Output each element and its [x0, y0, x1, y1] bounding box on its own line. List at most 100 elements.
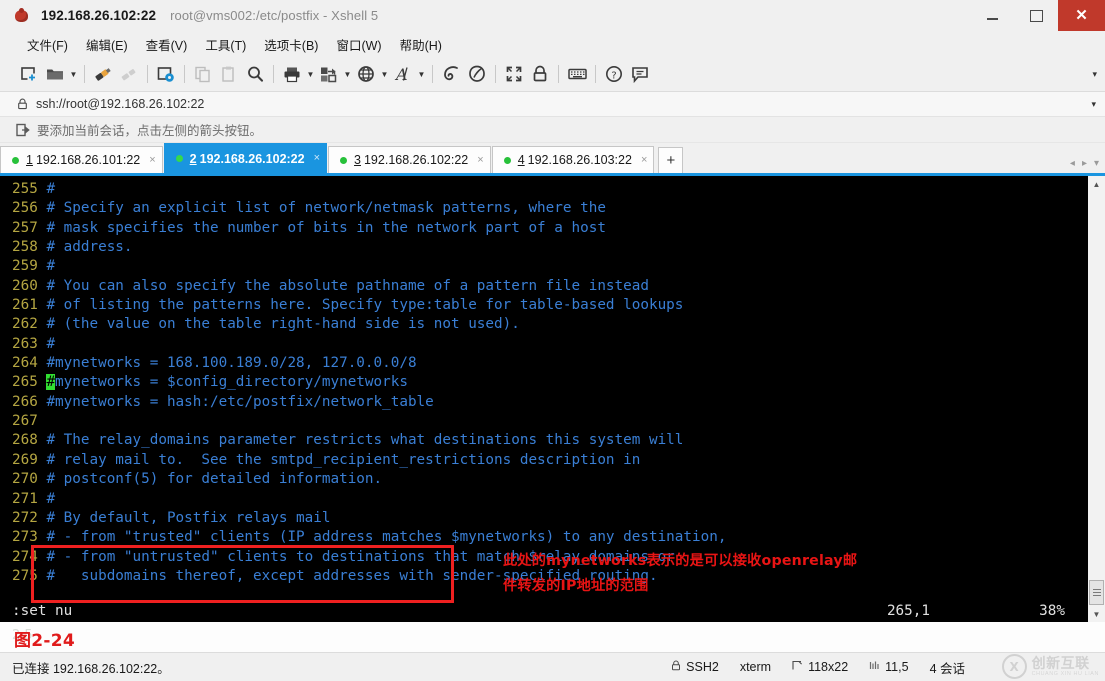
- highlight-icon[interactable]: [464, 61, 490, 87]
- new-tab-button[interactable]: +: [658, 147, 684, 173]
- scrollbar-thumb[interactable]: [1089, 580, 1104, 605]
- menu-bar: 文件(F) 编辑(E) 查看(V) 工具(T) 选项卡(B) 窗口(W) 帮助(…: [0, 31, 1105, 57]
- tab-session-2[interactable]: 2 192.168.26.102:22 ×: [163, 143, 328, 173]
- vim-scroll-percent: 38%: [1039, 603, 1065, 619]
- tab-index: 3: [354, 153, 361, 167]
- terminal-line: 261 # of listing the patterns here. Spec…: [12, 297, 684, 314]
- scrollbar-grip-icon: [1092, 589, 1101, 596]
- status-size: 118x22: [792, 660, 848, 674]
- tab-label: 2 192.168.26.102:22: [190, 152, 305, 166]
- toolbar-overflow-icon[interactable]: ▾: [1092, 69, 1097, 80]
- tab-list-menu-icon[interactable]: ▾: [1094, 158, 1099, 169]
- watermark-text: 创新互联 CHUANG XIN HU LIAN: [1032, 656, 1099, 677]
- menu-item-tabs[interactable]: 选项卡(B): [255, 32, 327, 57]
- copy-icon[interactable]: [190, 61, 216, 87]
- terminal-line: 273 # - from "trusted" clients (IP addre…: [12, 529, 727, 546]
- toolbar-separator: [432, 65, 433, 83]
- tab-close-icon[interactable]: ×: [641, 154, 647, 166]
- globe-dropdown-icon[interactable]: ▼: [379, 61, 390, 87]
- terminal-line: 265 #mynetworks = $config_directory/myne…: [12, 374, 408, 391]
- scroll-down-icon[interactable]: ▼: [1088, 606, 1105, 622]
- terminal-line: 255 #: [12, 181, 56, 197]
- minimize-button[interactable]: [970, 0, 1014, 31]
- menu-item-file[interactable]: 文件(F): [18, 32, 77, 57]
- figure-caption: 图2-24: [14, 631, 76, 651]
- close-button[interactable]: ✕: [1058, 0, 1105, 31]
- tab-index: 2: [189, 151, 197, 166]
- address-dropdown-icon[interactable]: ▾: [1091, 99, 1096, 110]
- font-icon[interactable]: A: [390, 61, 416, 87]
- watermark-en: CHUANG XIN HU LIAN: [1031, 670, 1099, 677]
- resize-icon: [792, 660, 803, 674]
- address-input[interactable]: ssh://root@192.168.26.102:22: [36, 97, 204, 111]
- status-sessions: 4 会话: [929, 661, 965, 676]
- globe-icon[interactable]: [353, 61, 379, 87]
- menu-item-window[interactable]: 窗口(W): [327, 32, 390, 57]
- address-bar[interactable]: ssh://root@192.168.26.102:22 ▾: [0, 92, 1105, 117]
- terminal-line: 258 # address.: [12, 239, 133, 256]
- terminal-scrollbar[interactable]: ▲ ▼: [1087, 176, 1105, 622]
- menu-item-view[interactable]: 查看(V): [137, 32, 197, 57]
- terminal-line: 272 # By default, Postfix relays mail: [12, 509, 331, 526]
- fullscreen-icon[interactable]: [501, 61, 527, 87]
- lock-icon[interactable]: [527, 61, 553, 87]
- tab-index: 1: [26, 153, 33, 167]
- status-bar: 已连接 192.168.26.102:22。 SSH2 xterm 118x22…: [0, 652, 1105, 681]
- status-cursor-label: 11,5: [885, 660, 909, 674]
- menu-item-edit[interactable]: 编辑(E): [77, 32, 137, 57]
- help-icon[interactable]: ?: [601, 61, 627, 87]
- connection-status: 已连接 192.168.26.102:22。: [12, 661, 170, 676]
- terminal-line: 268 # The relay_domains parameter restri…: [12, 432, 684, 449]
- toolbar-separator: [184, 65, 185, 83]
- toolbar-separator: [273, 65, 274, 83]
- status-dot-icon: [503, 156, 511, 164]
- lock-icon: [17, 98, 28, 110]
- connect-icon[interactable]: [90, 61, 116, 87]
- menu-item-tools[interactable]: 工具(T): [196, 32, 255, 57]
- tab-label: 4 192.168.26.103:22: [518, 153, 632, 167]
- tab-close-icon[interactable]: ×: [477, 154, 483, 166]
- tab-label: 1 192.168.26.101:22: [26, 153, 140, 167]
- tab-close-icon[interactable]: ×: [149, 154, 155, 166]
- tab-host: 192.168.26.102:22: [363, 153, 469, 167]
- menu-item-help[interactable]: 帮助(H): [391, 32, 451, 57]
- session-properties-icon[interactable]: [153, 61, 179, 87]
- maximize-button[interactable]: [1014, 0, 1058, 31]
- status-bar-cells: SSH2 xterm 118x22 11,5 4 会话: [671, 658, 965, 677]
- terminal-line: 271 #: [12, 490, 56, 507]
- new-session-icon[interactable]: [16, 61, 42, 87]
- tab-session-3[interactable]: 3 192.168.26.102:22 ×: [328, 146, 491, 173]
- print-icon[interactable]: [279, 61, 305, 87]
- terminal-line: 259 #: [12, 258, 56, 275]
- tab-nav-prev-icon[interactable]: ◂: [1070, 158, 1075, 169]
- terminal-line: 257 # mask specifies the number of bits …: [12, 219, 606, 236]
- tunnel-icon[interactable]: [438, 61, 464, 87]
- font-dropdown-icon[interactable]: ▼: [416, 61, 427, 87]
- disconnect-icon[interactable]: [116, 61, 142, 87]
- tab-close-icon[interactable]: ×: [314, 153, 320, 164]
- tab-bar: 1 192.168.26.101:22 × 2 192.168.26.102:22 …: [0, 143, 1105, 176]
- keyboard-icon[interactable]: [564, 61, 590, 87]
- tab-session-1[interactable]: 1 192.168.26.101:22 ×: [0, 146, 163, 173]
- lock-icon: [671, 660, 681, 674]
- find-icon[interactable]: [242, 61, 268, 87]
- print-dropdown-icon[interactable]: ▼: [305, 61, 316, 87]
- file-transfer-dropdown-icon[interactable]: ▼: [342, 61, 353, 87]
- column-icon: [869, 660, 880, 674]
- toolbar: ▼ ▼ ▼ ▼ A ▼ ? ▾: [0, 57, 1105, 92]
- hint-text: 要添加当前会话，点击左侧的箭头按钮。: [37, 124, 263, 138]
- paste-icon[interactable]: [216, 61, 242, 87]
- tab-session-4[interactable]: 4 192.168.26.103:22 ×: [491, 146, 655, 173]
- terminal-area: 255 # 256 # Specify an explicit list of n…: [0, 176, 1105, 622]
- tab-nav-controls: ◂ ▸ ▾: [1070, 158, 1099, 169]
- terminal-line: 267: [12, 413, 38, 430]
- chat-icon[interactable]: [627, 61, 653, 87]
- terminal-line: 262 # (the value on the table right-hand…: [12, 316, 520, 333]
- file-transfer-icon[interactable]: [316, 61, 342, 87]
- open-folder-dropdown-icon[interactable]: ▼: [68, 61, 79, 87]
- tab-nav-next-icon[interactable]: ▸: [1082, 158, 1087, 169]
- scroll-up-icon[interactable]: ▲: [1088, 176, 1105, 192]
- tab-host: 192.168.26.101:22: [35, 153, 141, 167]
- terminal-line: 256 # Specify an explicit list of networ…: [12, 200, 606, 217]
- open-folder-icon[interactable]: [42, 61, 68, 87]
